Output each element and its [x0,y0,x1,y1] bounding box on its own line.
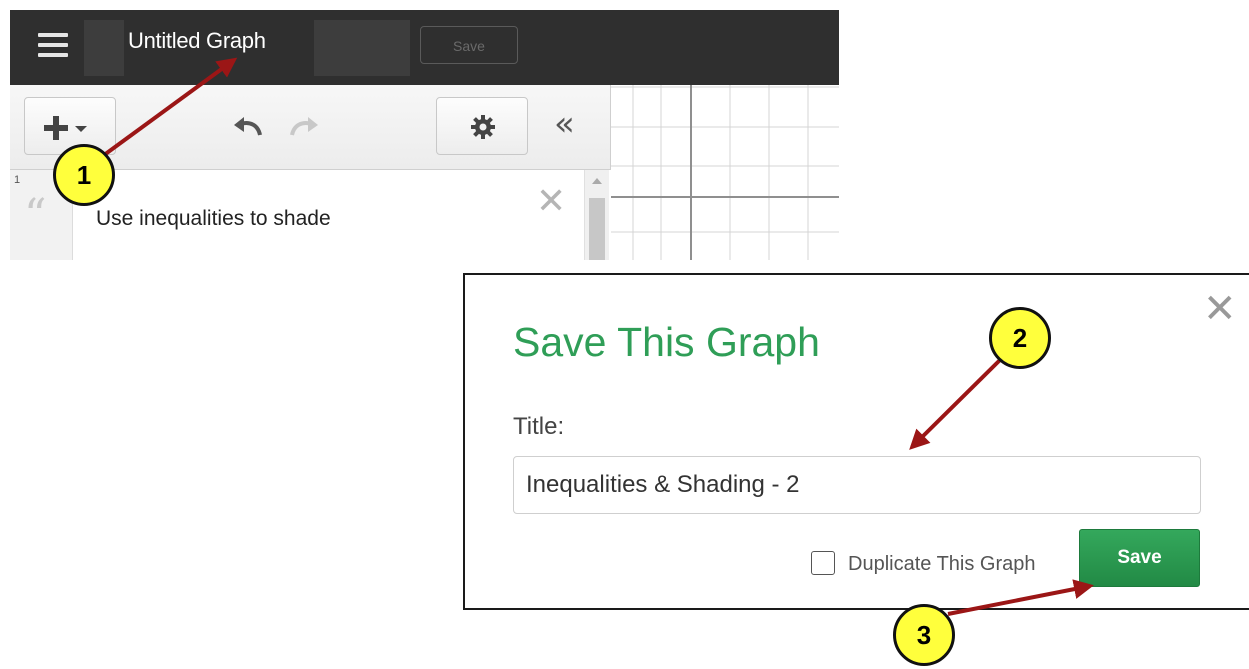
close-dialog-icon[interactable]: ✕ [1203,289,1237,329]
gear-icon [471,115,495,139]
callout-1: 1 [53,144,115,206]
graph-grid [611,85,839,260]
app-header: Untitled Graph Save [10,10,839,85]
graph-title-input[interactable] [513,456,1201,514]
menu-icon[interactable] [38,31,68,59]
collapse-panel-icon[interactable]: « [554,107,575,141]
title-label: Title: [513,413,565,440]
callout-2: 2 [989,307,1051,369]
expression-scrollbar[interactable] [584,170,609,260]
save-button[interactable]: Save [1079,529,1200,587]
app-screenshot: Untitled Graph Save « 1 “ Use inequaliti… [10,10,839,260]
graph-title[interactable]: Untitled Graph [128,28,266,54]
undo-icon[interactable] [230,115,266,139]
settings-button[interactable] [436,97,528,155]
duplicate-checkbox[interactable] [811,551,835,575]
expression-index: 1 [14,174,21,186]
delete-expression-icon[interactable]: ✕ [536,184,566,220]
callout-3: 3 [893,604,955,666]
expression-note-text[interactable]: Use inequalities to shade [96,207,331,231]
scroll-up-icon[interactable] [592,178,602,184]
header-save-button[interactable]: Save [420,26,518,64]
blurred-logo [84,20,124,76]
blurred-area [314,20,410,76]
caret-down-icon [75,126,87,132]
scroll-thumb[interactable] [589,198,605,260]
dialog-title: Save This Graph [513,319,820,365]
graph-canvas[interactable] [611,85,839,260]
note-quote-icon: “ [24,190,47,241]
duplicate-label[interactable]: Duplicate This Graph [848,553,1036,576]
redo-icon[interactable] [286,115,322,139]
save-graph-dialog: ✕ Save This Graph Title: Duplicate This … [463,273,1249,610]
